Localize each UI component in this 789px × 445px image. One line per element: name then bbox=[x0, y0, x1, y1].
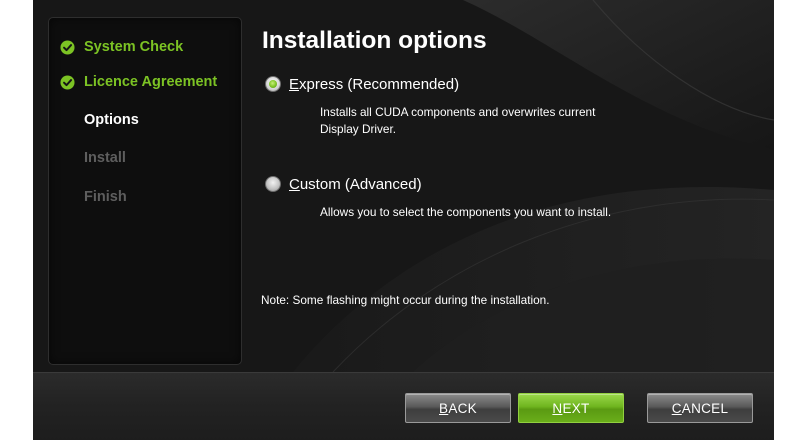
steps-sidebar: System Check Licence Agreement Options I… bbox=[48, 17, 242, 365]
next-button[interactable]: N EXT bbox=[518, 393, 624, 423]
check-circle-icon bbox=[60, 39, 75, 55]
flashing-note: Note: Some flashing might occur during t… bbox=[261, 293, 550, 307]
express-description: Installs all CUDA components and overwri… bbox=[320, 105, 596, 136]
custom-description: Allows you to select the components you … bbox=[320, 205, 612, 219]
express-option[interactable]: Express (Recommended) bbox=[261, 73, 459, 95]
custom-radio[interactable] bbox=[265, 176, 281, 192]
cancel-button[interactable]: C ANCEL bbox=[647, 393, 753, 423]
step-label: Finish bbox=[84, 189, 127, 205]
button-bar: B ACK N EXT C ANCEL bbox=[33, 372, 774, 440]
express-radio[interactable] bbox=[265, 76, 281, 92]
installer-window: System Check Licence Agreement Options I… bbox=[33, 0, 774, 440]
step-label: Options bbox=[84, 112, 139, 128]
express-label[interactable]: Express (Recommended) bbox=[289, 76, 459, 93]
step-label: Licence Agreement bbox=[84, 74, 218, 90]
check-circle-icon bbox=[60, 74, 75, 90]
step-label: System Check bbox=[84, 39, 184, 55]
step-label: Install bbox=[84, 150, 126, 166]
back-button[interactable]: B ACK bbox=[405, 393, 511, 423]
page-title: Installation options bbox=[262, 27, 487, 54]
custom-label[interactable]: Custom (Advanced) bbox=[289, 176, 422, 193]
options-panel: Installation options Express (Recommende… bbox=[261, 0, 761, 372]
custom-option[interactable]: Custom (Advanced) bbox=[261, 173, 422, 195]
